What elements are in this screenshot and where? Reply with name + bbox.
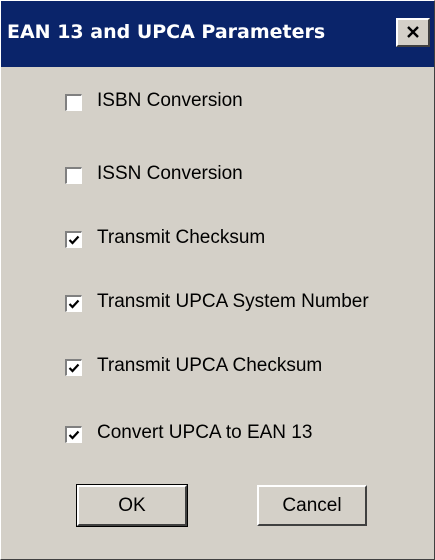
transmit-checksum-checkbox[interactable] xyxy=(65,231,82,248)
transmit-upca-system-number-checkbox[interactable] xyxy=(65,295,82,312)
cancel-button[interactable]: Cancel xyxy=(257,485,367,526)
close-button[interactable] xyxy=(396,18,430,47)
dialog-title: EAN 13 and UPCA Parameters xyxy=(7,21,326,43)
issn-conversion-checkbox[interactable] xyxy=(65,167,82,184)
title-bar[interactable]: EAN 13 and UPCA Parameters xyxy=(1,1,434,67)
transmit-upca-checksum-label: Transmit UPCA Checksum xyxy=(97,355,323,376)
checkmark-icon xyxy=(68,363,80,373)
isbn-conversion-checkbox[interactable] xyxy=(65,94,82,111)
transmit-checksum-label: Transmit Checksum xyxy=(97,227,266,248)
issn-conversion-label: ISSN Conversion xyxy=(97,163,243,184)
ok-button[interactable]: OK xyxy=(76,484,188,527)
dialog-window: EAN 13 and UPCA Parameters ISBN Conversi… xyxy=(0,0,435,560)
isbn-conversion-label: ISBN Conversion xyxy=(97,90,243,111)
close-icon xyxy=(407,26,419,38)
transmit-upca-checksum-checkbox[interactable] xyxy=(65,359,82,376)
convert-upca-to-ean13-label: Convert UPCA to EAN 13 xyxy=(97,422,313,443)
checkmark-icon xyxy=(68,235,80,245)
checkmark-icon xyxy=(68,430,80,440)
convert-upca-to-ean13-checkbox[interactable] xyxy=(65,426,82,443)
transmit-upca-system-number-label: Transmit UPCA System Number xyxy=(97,291,369,312)
checkmark-icon xyxy=(68,299,80,309)
